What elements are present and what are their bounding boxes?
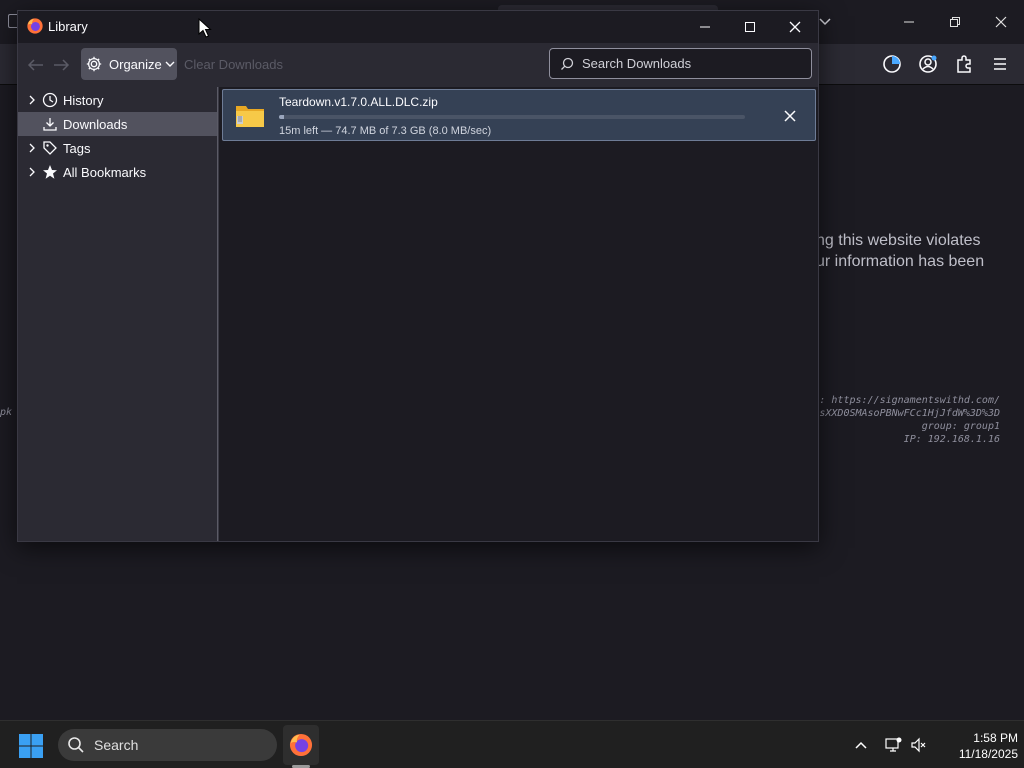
clock-icon [42, 92, 58, 108]
back-arrow-icon [27, 59, 43, 71]
search-icon [561, 57, 574, 70]
zip-folder-icon [236, 106, 264, 127]
page-warning-line: ng this website violates [816, 232, 981, 249]
sidebar-item-history[interactable]: History [18, 88, 217, 112]
sidebar-item-label: History [63, 92, 104, 108]
cancel-download-button[interactable] [779, 105, 801, 127]
search-downloads-field[interactable] [549, 48, 812, 79]
star-icon [42, 164, 58, 180]
browser-minimize-button[interactable] [894, 8, 924, 36]
clock-time: 1:58 PM [973, 731, 1018, 745]
close-icon [784, 110, 796, 122]
expand-chevron-icon[interactable] [26, 142, 38, 154]
page-info-line: IP: 192.168.1.16 [903, 434, 1000, 445]
clear-downloads-button[interactable]: Clear Downloads [184, 57, 283, 72]
organize-button[interactable]: Organize [81, 48, 177, 80]
page-info-line: : https://signamentswithd.com/ [819, 395, 1000, 406]
page-info-line: group: group1 [921, 421, 1000, 432]
firefox-view-icon[interactable] [881, 53, 903, 75]
extensions-icon[interactable] [953, 53, 975, 75]
expand-chevron-icon[interactable] [26, 94, 38, 106]
download-status: 15m left — 74.7 MB of 7.3 GB (8.0 MB/sec… [279, 125, 492, 137]
page-left-fragment: pk [0, 407, 13, 418]
sidebar-item-label: Tags [63, 140, 91, 156]
gear-icon [86, 56, 102, 72]
library-toolbar: Organize Clear Downloads [18, 43, 818, 87]
sidebar-item-downloads[interactable]: Downloads [18, 112, 217, 136]
page-info-line: sXXD0SMAsoPBNwFCc1HjJfdW%3D%3D [819, 408, 1000, 419]
windows-start-icon[interactable] [18, 733, 44, 759]
menu-icon[interactable] [989, 53, 1011, 75]
download-progress-bar [279, 115, 745, 119]
firefox-logo-icon [27, 18, 43, 34]
page-info-block: : https://signamentswithd.com/ sXXD0SMAs… [790, 394, 1000, 446]
download-progress-fill [279, 115, 284, 119]
search-downloads-input[interactable] [582, 56, 802, 71]
search-icon [68, 737, 84, 753]
taskbar-firefox-button[interactable] [283, 725, 319, 765]
sidebar-item-label: All Bookmarks [63, 164, 147, 180]
library-minimize-button[interactable] [682, 13, 728, 41]
organize-label: Organize [109, 56, 162, 72]
page-warning-text: ng this website violates ur information … [816, 230, 1024, 272]
mouse-cursor-icon [198, 18, 212, 38]
library-sidebar: History Downloads Tags All Bookmarks [18, 87, 218, 541]
download-filename: Teardown.v1.7.0.ALL.DLC.zip [279, 95, 438, 109]
library-titlebar[interactable]: Library [18, 11, 818, 43]
account-icon[interactable] [917, 53, 939, 75]
browser-close-button[interactable] [986, 8, 1016, 36]
sidebar-item-label: Downloads [63, 116, 128, 132]
firefox-logo-icon [289, 733, 313, 757]
library-window: Library Organize Clear Downloads Search … [17, 10, 819, 542]
show-hidden-icons-chevron-icon[interactable] [851, 735, 871, 755]
sidebar-item-all-bookmarks[interactable]: All Bookmarks [18, 160, 217, 184]
taskbar-clock[interactable]: 1:58 PM 11/18/2025 [930, 730, 1018, 762]
network-icon[interactable] [883, 735, 903, 755]
taskbar-search-label: Search [94, 737, 139, 753]
download-item[interactable]: Teardown.v1.7.0.ALL.DLC.zip 15m left — 7… [222, 89, 816, 141]
library-close-button[interactable] [772, 13, 818, 41]
library-title: Library [48, 19, 88, 34]
browser-restore-button[interactable] [940, 8, 970, 36]
download-icon [42, 116, 58, 132]
forward-button[interactable] [51, 55, 71, 75]
taskbar: Search 1:58 PM 11/18/2025 [0, 720, 1024, 768]
forward-arrow-icon [54, 59, 70, 71]
back-button[interactable] [26, 55, 46, 75]
chevron-down-icon [165, 61, 175, 67]
taskbar-search-box[interactable]: Search [58, 729, 277, 761]
volume-muted-icon[interactable] [909, 735, 929, 755]
sidebar-item-tags[interactable]: Tags [18, 136, 217, 160]
library-maximize-button[interactable] [727, 13, 773, 41]
downloads-list: Teardown.v1.7.0.ALL.DLC.zip 15m left — 7… [218, 87, 818, 541]
tag-icon [42, 140, 58, 156]
clock-date: 11/18/2025 [958, 747, 1018, 761]
page-warning-line: ur information has been [816, 253, 985, 270]
expand-chevron-icon[interactable] [26, 166, 38, 178]
